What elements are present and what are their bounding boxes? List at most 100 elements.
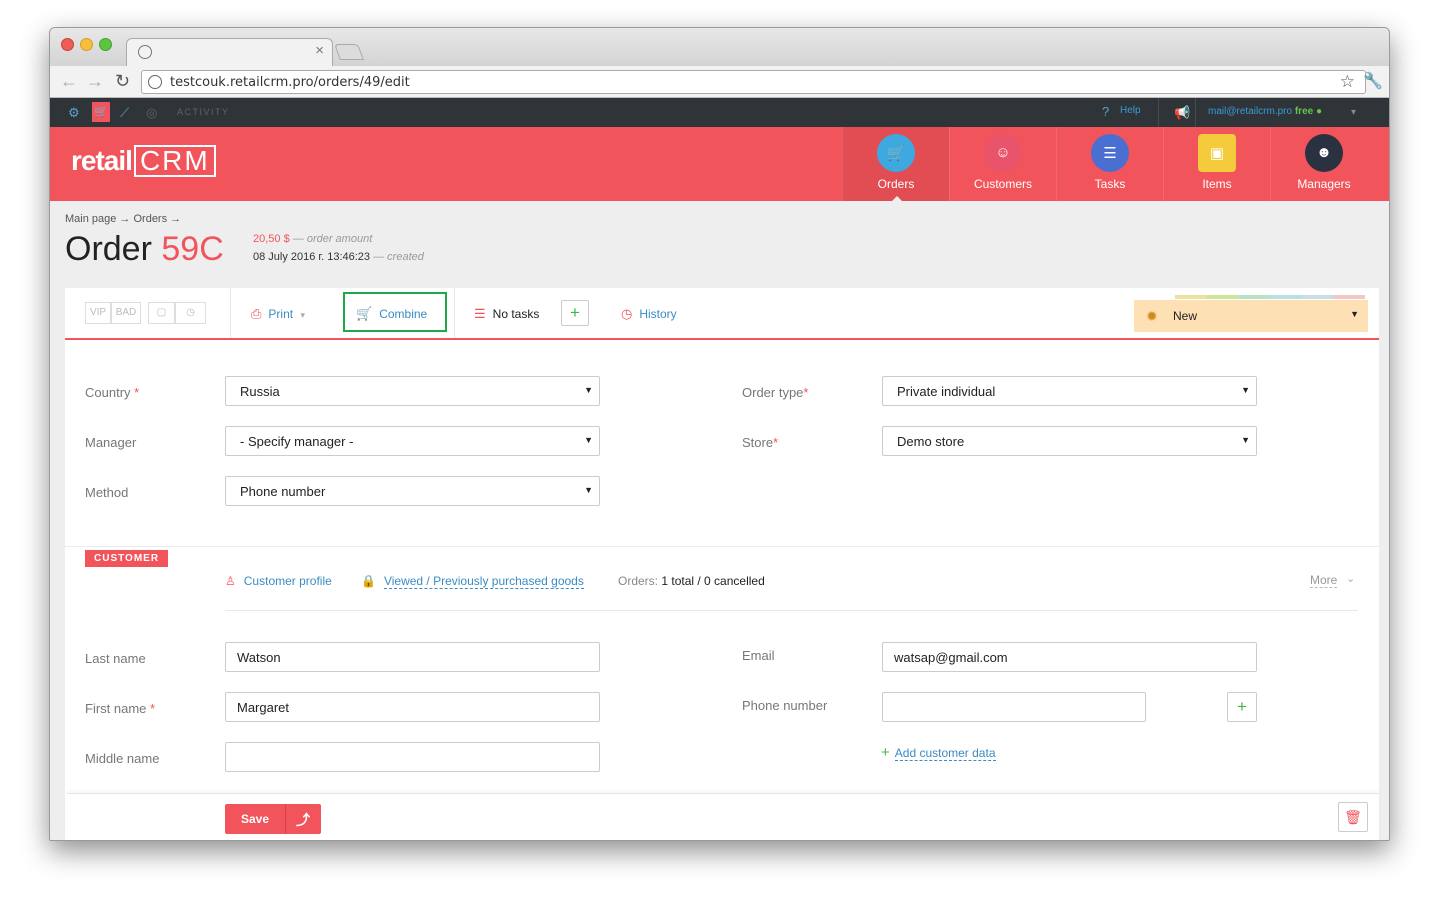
middle-name-label: Middle name (85, 751, 160, 766)
save-and-exit-icon[interactable]: ⤴ (285, 810, 321, 830)
chevron-down-icon: ▼ (1350, 309, 1359, 319)
page-title-prefix: Order (65, 230, 152, 268)
help-icon[interactable]: ? (1102, 104, 1109, 119)
order-amount-note: — order amount (292, 233, 373, 245)
toolbar-divider (230, 288, 231, 338)
order-number: 59C (161, 230, 224, 268)
cart-icon: 🛒 (356, 306, 373, 321)
trash-icon[interactable]: 🗑 (1338, 802, 1368, 832)
method-select[interactable]: Phone number ▼ (225, 476, 600, 506)
calendar-icon[interactable]: ▢ (148, 302, 175, 324)
account-email-text: mail@retailcrm.pro (1208, 106, 1293, 117)
country-label: Country * (85, 385, 139, 400)
viewed-goods-link[interactable]: 🔒 Viewed / Previously purchased goods (361, 574, 584, 589)
email-input[interactable]: watsap@gmail.com (882, 642, 1257, 672)
bookmark-star-icon[interactable]: ☆ (1340, 72, 1355, 92)
account-email[interactable]: mail@retailcrm.pro free ● (1208, 106, 1322, 117)
back-arrow-icon[interactable]: ← (60, 71, 78, 92)
status-value: New (1173, 309, 1198, 323)
megaphone-icon[interactable]: 📢 (1174, 105, 1190, 121)
customer-profile-label: Customer profile (243, 574, 332, 588)
nav-items[interactable]: ▣ Items (1163, 127, 1270, 201)
cart-icon[interactable]: 🛒 (92, 102, 110, 122)
help-link[interactable]: Help (1120, 105, 1141, 116)
status-bar-segment (1175, 295, 1207, 299)
add-task-button[interactable]: + (561, 300, 589, 326)
order-amount-value: 20,50 $ (253, 233, 290, 245)
close-window-button[interactable] (61, 38, 74, 51)
status-bar-segment (1238, 295, 1271, 299)
nav-managers[interactable]: ☻ Managers (1270, 127, 1377, 201)
phone-input[interactable] (882, 692, 1146, 722)
nav-orders[interactable]: 🛒 Orders (842, 127, 949, 202)
printer-icon: ⎙ (251, 306, 262, 321)
browser-window: × ← → ↻ testcouk.retailcrm.pro/orders/49… (49, 27, 1390, 841)
bad-toggle[interactable]: BAD (111, 302, 141, 324)
nav-customers[interactable]: ☺ Customers (949, 127, 1056, 201)
save-button[interactable]: Save ⤴ (225, 804, 321, 834)
reload-icon[interactable]: ↻ (115, 71, 130, 92)
form-footer: Save ⤴ 🗑 (67, 793, 1379, 840)
logo-crm-text: CRM (133, 145, 216, 177)
order-type-select[interactable]: Private individual ▼ (882, 376, 1257, 406)
page-viewport: ⚙ 🛒 ⟋ ◎ ACTIVITY ? Help 📢 mail@retailcrm… (50, 98, 1389, 840)
customer-profile-link[interactable]: ♙ Customer profile (225, 574, 332, 588)
add-phone-button[interactable]: + (1227, 692, 1257, 722)
activity-label[interactable]: ACTIVITY (177, 107, 230, 117)
breadcrumb[interactable]: Main page → Orders → (65, 213, 181, 225)
required-mark: * (803, 385, 809, 400)
last-name-input[interactable]: Watson (225, 642, 600, 672)
manager-value: - Specify manager - (240, 434, 354, 449)
minimize-window-button[interactable] (80, 38, 93, 51)
chevron-down-icon[interactable]: ▾ (1351, 107, 1356, 118)
strip-divider (1158, 98, 1159, 127)
retailcrm-logo[interactable]: retail CRM (71, 145, 216, 177)
settings-gear-icon[interactable]: ⚙ (68, 105, 80, 121)
vip-toggle[interactable]: VIP (85, 302, 111, 324)
first-name-input[interactable]: Margaret (225, 692, 600, 722)
tab-close-icon[interactable]: × (315, 42, 324, 59)
print-button[interactable]: ⎙ Print ▾ (251, 306, 305, 322)
caret-down-icon: ▼ (1241, 385, 1250, 395)
more-link[interactable]: More (1310, 573, 1338, 588)
save-label: Save (240, 812, 270, 826)
browser-tab[interactable]: × (126, 38, 333, 66)
required-mark: * (150, 701, 156, 716)
section-divider (65, 546, 1379, 547)
plan-badge: free (1294, 106, 1314, 117)
site-info-icon (148, 75, 162, 89)
target-icon[interactable]: ◎ (146, 105, 157, 121)
analytics-chart-icon[interactable]: ⟋ (120, 105, 129, 121)
store-select[interactable]: Demo store ▼ (882, 426, 1257, 456)
forward-arrow-icon[interactable]: → (86, 71, 104, 92)
alarm-clock-icon[interactable]: ◷ (175, 302, 206, 324)
combine-button[interactable]: 🛒 Combine (356, 306, 427, 322)
status-select[interactable]: ✹ New ▼ (1134, 300, 1368, 332)
plus-icon: + (881, 744, 890, 761)
caret-down-icon: ▼ (584, 435, 593, 445)
url-field[interactable]: testcouk.retailcrm.pro/orders/49/edit ☆ (141, 70, 1366, 94)
email-label: Email (742, 648, 775, 663)
manager-label: Manager (85, 435, 137, 450)
address-bar-row: ← → ↻ testcouk.retailcrm.pro/orders/49/e… (50, 66, 1389, 98)
middle-name-input[interactable] (225, 742, 600, 772)
history-button[interactable]: ◷ History (621, 306, 677, 322)
caret-down-icon: ▼ (584, 485, 593, 495)
manager-select[interactable]: - Specify manager - ▼ (225, 426, 600, 456)
add-customer-data-link[interactable]: + Add customer data (881, 744, 996, 761)
chevron-down-icon[interactable]: ⌄ (1346, 572, 1355, 585)
combine-label: Combine (379, 307, 428, 321)
orders-summary-label: Orders: (618, 574, 659, 588)
wrench-icon[interactable]: 🔧 (1363, 71, 1383, 91)
new-tab-button[interactable] (334, 44, 364, 60)
customer-orders-summary: Orders: 1 total / 0 cancelled (618, 574, 765, 588)
shopping-bag-icon: 🔒 (361, 574, 376, 588)
zoom-window-button[interactable] (99, 38, 112, 51)
country-select[interactable]: Russia ▼ (225, 376, 600, 406)
first-name-label: First name * (85, 701, 155, 716)
order-toolbar: VIP BAD ▢ ◷ ⎙ Print ▾ 🛒 Combine ☰ No tasks … (65, 288, 1379, 340)
cart-icon: 🛒 (877, 134, 915, 172)
tasks-button[interactable]: ☰ No tasks (474, 306, 539, 322)
nav-tasks[interactable]: ☰ Tasks (1056, 127, 1163, 201)
box-icon: ▣ (1198, 134, 1236, 172)
